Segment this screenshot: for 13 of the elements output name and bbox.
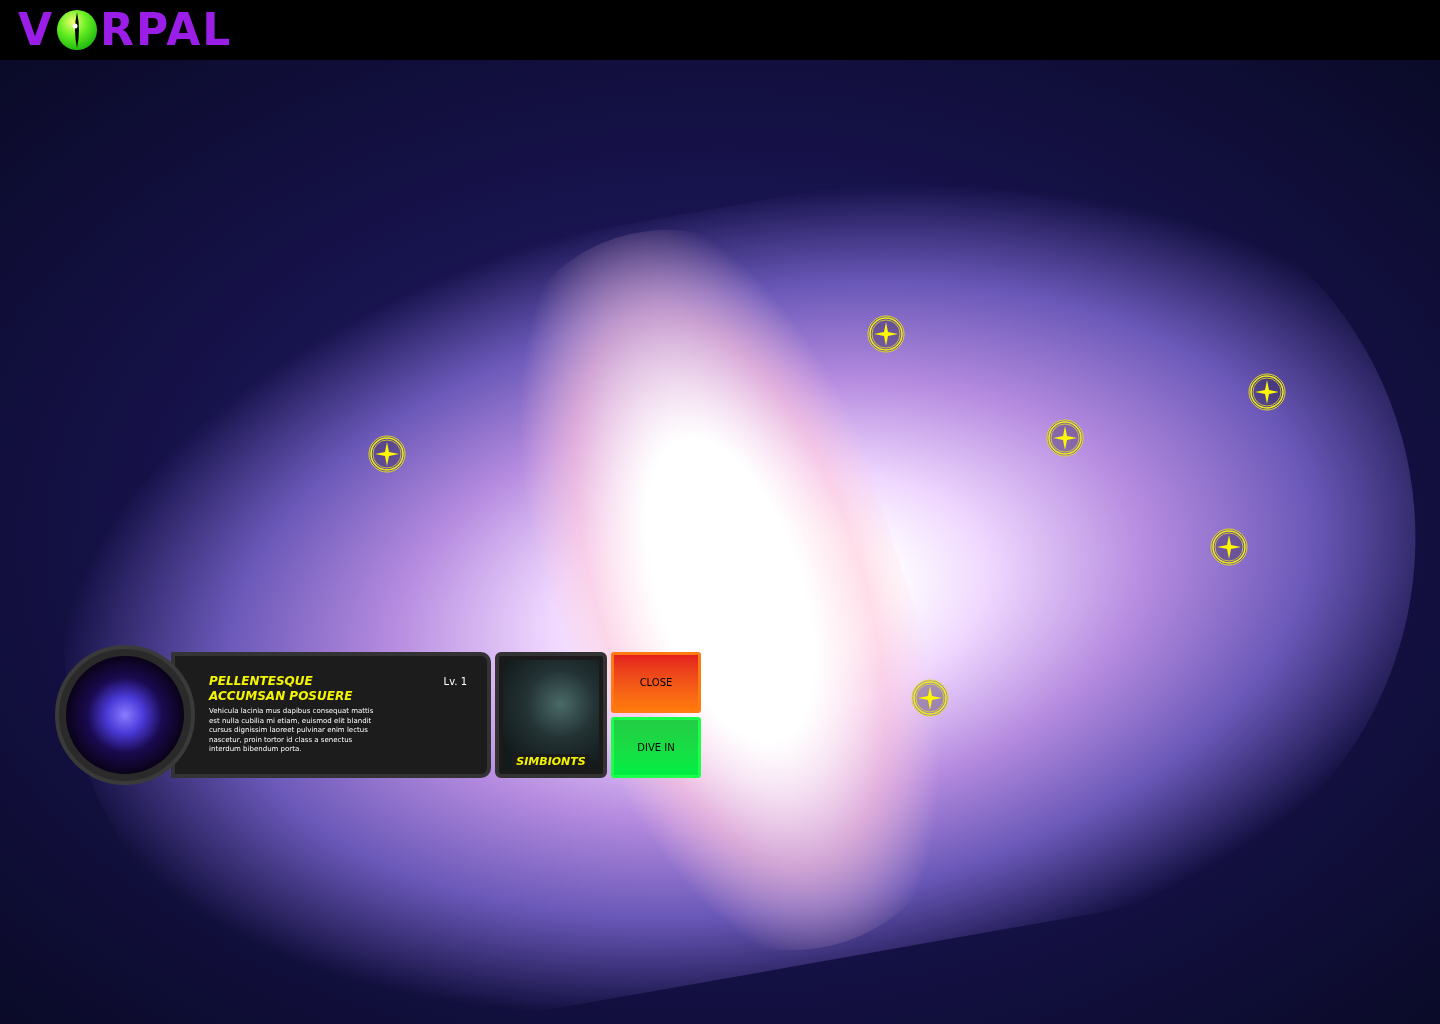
star-marker-icon[interactable] bbox=[1045, 418, 1085, 458]
eye-icon bbox=[56, 9, 99, 51]
star-marker-icon[interactable] bbox=[1247, 372, 1287, 412]
logo-text: RPAL bbox=[100, 8, 233, 52]
star-marker-icon[interactable] bbox=[367, 434, 407, 474]
star-marker-icon[interactable] bbox=[910, 678, 950, 718]
close-button[interactable]: CLOSE bbox=[611, 652, 701, 713]
card-title: PELLENTESQUE ACCUMSAN POSUERE bbox=[209, 674, 354, 704]
dive-in-button[interactable]: DIVE IN bbox=[611, 717, 701, 778]
star-marker-icon[interactable] bbox=[1209, 527, 1249, 567]
logo-letter: V bbox=[18, 8, 55, 52]
star-marker-icon[interactable] bbox=[866, 314, 906, 354]
level-label: Lv. 1 bbox=[443, 675, 467, 689]
